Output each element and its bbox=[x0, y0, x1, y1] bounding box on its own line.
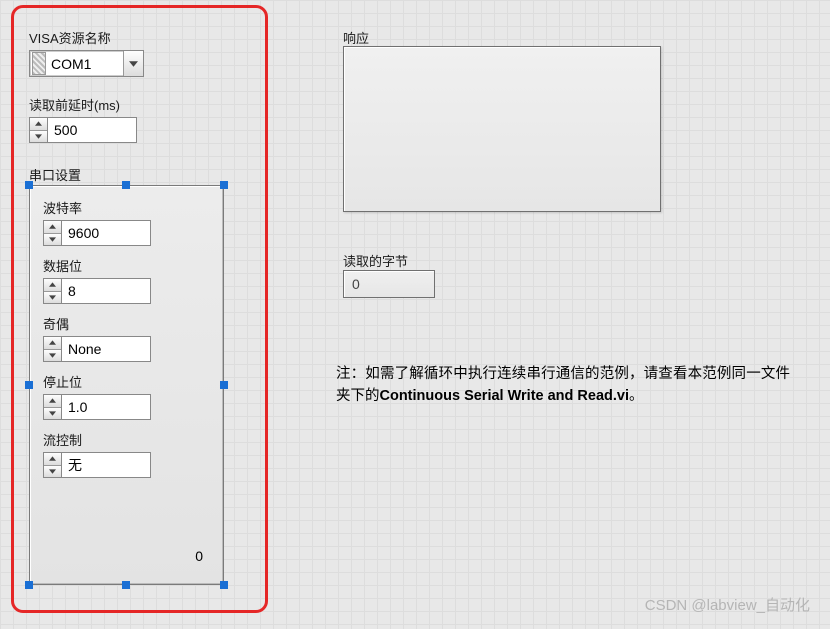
spinner-down-button[interactable] bbox=[44, 233, 61, 246]
read-delay-group: 读取前延时(ms) 500 bbox=[29, 95, 137, 143]
selection-handle[interactable] bbox=[25, 581, 33, 589]
stopbits-control[interactable]: 1.0 bbox=[43, 394, 210, 420]
flowcontrol-control[interactable]: 无 bbox=[43, 452, 210, 478]
spinner-up-button[interactable] bbox=[44, 337, 61, 349]
baud-label: 波特率 bbox=[43, 198, 210, 217]
spinner-down-button[interactable] bbox=[44, 349, 61, 362]
databits-field: 数据位 8 bbox=[43, 256, 210, 304]
parity-spinner[interactable] bbox=[43, 336, 61, 362]
serial-settings-cluster[interactable]: 波特率 9600 数据位 8 奇偶 None bbox=[29, 185, 224, 585]
stopbits-field: 停止位 1.0 bbox=[43, 372, 210, 420]
flowcontrol-label: 流控制 bbox=[43, 430, 210, 449]
triangle-down-icon bbox=[35, 134, 42, 139]
triangle-down-icon bbox=[49, 411, 56, 416]
databits-value[interactable]: 8 bbox=[61, 278, 151, 304]
bytes-read-indicator: 0 bbox=[343, 270, 435, 298]
serial-settings-label: 串口设置 bbox=[29, 165, 81, 184]
stopbits-spinner[interactable] bbox=[43, 394, 61, 420]
selection-handle[interactable] bbox=[220, 381, 228, 389]
visa-dropdown-button[interactable] bbox=[123, 51, 143, 76]
triangle-up-icon bbox=[49, 456, 56, 461]
triangle-up-icon bbox=[49, 398, 56, 403]
triangle-up-icon bbox=[49, 224, 56, 229]
spinner-down-button[interactable] bbox=[44, 407, 61, 420]
spinner-up-button[interactable] bbox=[44, 221, 61, 233]
baud-control[interactable]: 9600 bbox=[43, 220, 210, 246]
stopbits-label: 停止位 bbox=[43, 372, 210, 391]
delay-numeric-control[interactable]: 500 bbox=[29, 117, 137, 143]
visa-value: COM1 bbox=[48, 56, 123, 72]
note-text: 注：如需了解循环中执行连续串行通信的范例，请查看本范例同一文件夹下的Contin… bbox=[336, 363, 790, 408]
watermark: CSDN @labview_自动化 bbox=[645, 594, 810, 615]
visa-resource-group: VISA资源名称 COM1 bbox=[29, 28, 144, 77]
bytes-read-value: 0 bbox=[352, 276, 360, 292]
delay-value[interactable]: 500 bbox=[47, 117, 137, 143]
spinner-up-button[interactable] bbox=[44, 453, 61, 465]
baud-field: 波特率 9600 bbox=[43, 198, 210, 246]
selection-handle[interactable] bbox=[122, 181, 130, 189]
note-suffix: 。 bbox=[629, 388, 644, 404]
spinner-up-button[interactable] bbox=[30, 118, 47, 130]
delay-label: 读取前延时(ms) bbox=[29, 95, 137, 114]
spinner-down-button[interactable] bbox=[44, 465, 61, 478]
parity-control[interactable]: None bbox=[43, 336, 210, 362]
databits-control[interactable]: 8 bbox=[43, 278, 210, 304]
spinner-up-button[interactable] bbox=[44, 279, 61, 291]
flowcontrol-spinner[interactable] bbox=[43, 452, 61, 478]
stopbits-value[interactable]: 1.0 bbox=[61, 394, 151, 420]
selection-handle[interactable] bbox=[122, 581, 130, 589]
flowcontrol-field: 流控制 无 bbox=[43, 430, 210, 478]
spinner-down-button[interactable] bbox=[44, 291, 61, 304]
visa-resource-control[interactable]: COM1 bbox=[29, 50, 144, 77]
databits-label: 数据位 bbox=[43, 256, 210, 275]
triangle-down-icon bbox=[49, 353, 56, 358]
selection-handle[interactable] bbox=[220, 581, 228, 589]
databits-spinner[interactable] bbox=[43, 278, 61, 304]
response-indicator bbox=[343, 46, 661, 212]
spinner-down-button[interactable] bbox=[30, 130, 47, 143]
bytes-read-label: 读取的字节 bbox=[343, 251, 408, 270]
flowcontrol-numeric: 0 bbox=[195, 548, 203, 564]
triangle-up-icon bbox=[35, 121, 42, 126]
chevron-down-icon bbox=[129, 61, 138, 67]
delay-spinner[interactable] bbox=[29, 117, 47, 143]
response-label: 响应 bbox=[343, 28, 369, 47]
visa-io-icon bbox=[32, 52, 46, 75]
triangle-up-icon bbox=[49, 340, 56, 345]
spinner-up-button[interactable] bbox=[44, 395, 61, 407]
baud-spinner[interactable] bbox=[43, 220, 61, 246]
triangle-down-icon bbox=[49, 295, 56, 300]
visa-label: VISA资源名称 bbox=[29, 28, 144, 47]
note-bold: Continuous Serial Write and Read.vi bbox=[380, 388, 630, 404]
parity-value[interactable]: None bbox=[61, 336, 151, 362]
triangle-down-icon bbox=[49, 469, 56, 474]
selection-handle[interactable] bbox=[220, 181, 228, 189]
flowcontrol-value[interactable]: 无 bbox=[61, 452, 151, 478]
parity-field: 奇偶 None bbox=[43, 314, 210, 362]
triangle-up-icon bbox=[49, 282, 56, 287]
parity-label: 奇偶 bbox=[43, 314, 210, 333]
triangle-down-icon bbox=[49, 237, 56, 242]
baud-value[interactable]: 9600 bbox=[61, 220, 151, 246]
selection-handle[interactable] bbox=[25, 381, 33, 389]
selection-handle[interactable] bbox=[25, 181, 33, 189]
